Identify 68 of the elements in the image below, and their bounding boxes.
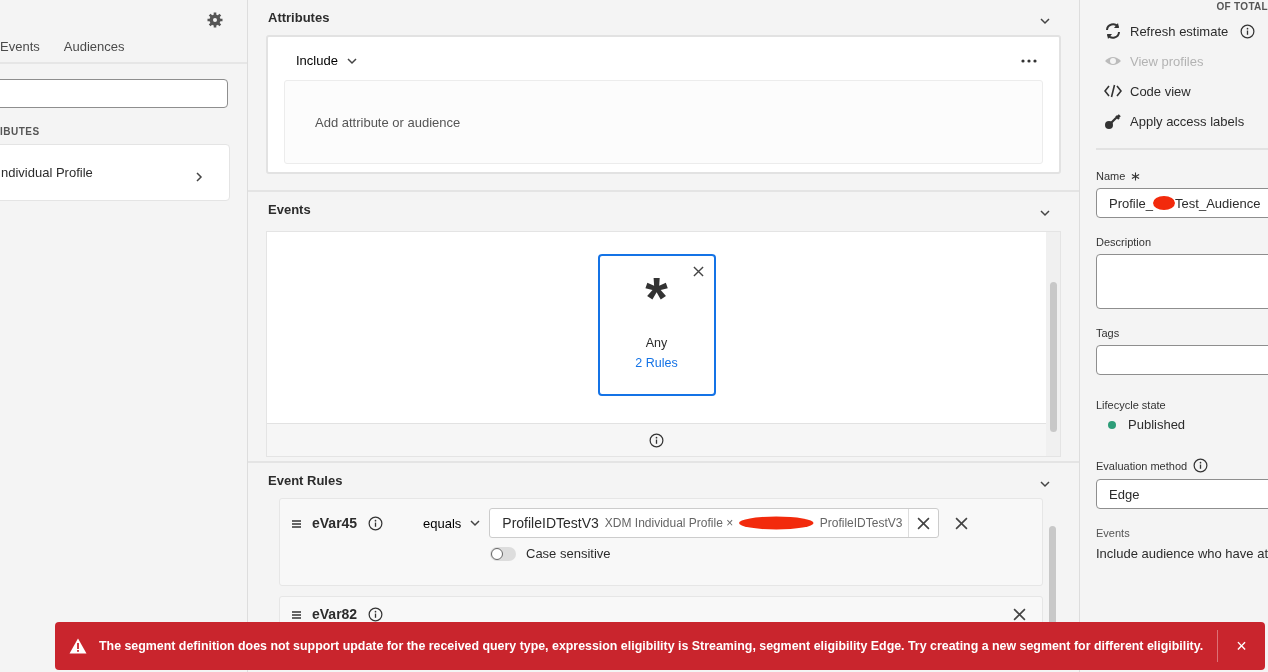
search-field[interactable] <box>0 79 228 108</box>
status-text: Published <box>1128 417 1186 432</box>
clear-icon[interactable] <box>917 516 931 530</box>
rule-name: eVar82 <box>312 606 359 622</box>
action-link[interactable]: Refresh estimate <box>1104 22 1229 40</box>
section-title: Attributes <box>268 9 330 25</box>
tab[interactable]: Audiences <box>63 39 125 54</box>
remove-button[interactable] <box>1013 607 1026 621</box>
field-label: Tags <box>1096 327 1120 339</box>
evaluation-dropdown[interactable]: Edge <box>1096 479 1268 509</box>
tags-field[interactable] <box>1096 345 1268 375</box>
drop-zone[interactable]: Add attribute or audience <box>284 80 1043 164</box>
action-link[interactable]: Apply access labels <box>1104 112 1245 130</box>
toggle-switch[interactable] <box>490 546 516 561</box>
info-icon[interactable] <box>368 606 383 622</box>
field-label: Lifecycle state <box>1096 399 1166 411</box>
action-link[interactable]: Code view <box>1104 82 1191 100</box>
field-value: Test_Audience <box>1175 195 1261 211</box>
rules-link[interactable]: 2 Rules <box>635 356 678 370</box>
remove-button[interactable] <box>955 516 969 530</box>
toast-message: The segment definition does not support update for the received query type, expression eligibility is Streaming, segment eligibility Edge. Try creating a new segment for different eligibility. <box>99 639 1204 653</box>
field-label: Evaluation method <box>1096 459 1188 472</box>
value-path: ProfileIDTestV3 <box>819 516 903 530</box>
section-title: Events <box>268 201 311 217</box>
chevron-icon[interactable] <box>1039 478 1051 490</box>
drag-handle-icon[interactable] <box>292 611 301 619</box>
section-heading: IBUTES <box>0 126 41 137</box>
more-icon[interactable] <box>1021 58 1037 63</box>
field-label: Events <box>1096 527 1131 539</box>
settings-icon[interactable] <box>207 12 223 28</box>
key-icon[interactable] <box>1104 112 1122 130</box>
drag-handle-icon[interactable] <box>292 520 301 528</box>
field-label: Name <box>1096 170 1126 182</box>
card-label: Any <box>645 336 668 350</box>
code-icon[interactable] <box>1104 82 1122 100</box>
chevron-icon[interactable] <box>193 170 205 183</box>
events-description: Include audience who have at <box>1096 546 1268 561</box>
refresh-icon[interactable] <box>1104 22 1122 40</box>
info-icon[interactable] <box>1240 23 1256 39</box>
info-icon[interactable] <box>649 432 664 448</box>
close-button[interactable] <box>692 266 704 277</box>
description-field[interactable] <box>1096 254 1268 309</box>
field-value: Profile_ <box>1109 195 1154 211</box>
close-button[interactable]: × <box>1217 630 1265 662</box>
total-label: OF TOTAL <box>1215 0 1268 12</box>
operator-dropdown[interactable]: equals <box>423 515 482 531</box>
include-dropdown[interactable]: Include <box>296 53 358 68</box>
chevron-icon[interactable] <box>1039 15 1051 27</box>
section-title: Event Rules <box>268 472 343 488</box>
value-field[interactable]: ProfileIDTestV3 XDM Individual Profile × ProfileIDTestV3 <box>489 508 940 538</box>
value-tag: ProfileIDTestV3 <box>502 515 599 531</box>
chevron-icon[interactable] <box>1039 207 1051 219</box>
tab[interactable]: Events <box>0 39 40 54</box>
name-field[interactable]: Profile_ Test_Audience <box>1096 188 1268 218</box>
redaction-mark <box>1153 195 1176 211</box>
chevron-icon <box>469 517 482 529</box>
warning-icon <box>69 638 87 654</box>
wildcard-symbol: * <box>645 270 668 316</box>
field-label: Description <box>1096 236 1152 248</box>
info-icon[interactable] <box>368 515 383 531</box>
toggle-label: Case sensitive <box>526 546 611 561</box>
info-icon[interactable] <box>1193 458 1209 473</box>
item-label: ndividual Profile <box>1 165 93 180</box>
scrollbar-thumb[interactable] <box>1049 282 1057 432</box>
event-card[interactable]: * Any 2 Rules <box>597 254 716 396</box>
rule-name: eVar45 <box>312 515 359 531</box>
list-item[interactable]: ndividual Profile <box>0 144 230 201</box>
value-path: XDM Individual Profile × <box>604 516 734 530</box>
